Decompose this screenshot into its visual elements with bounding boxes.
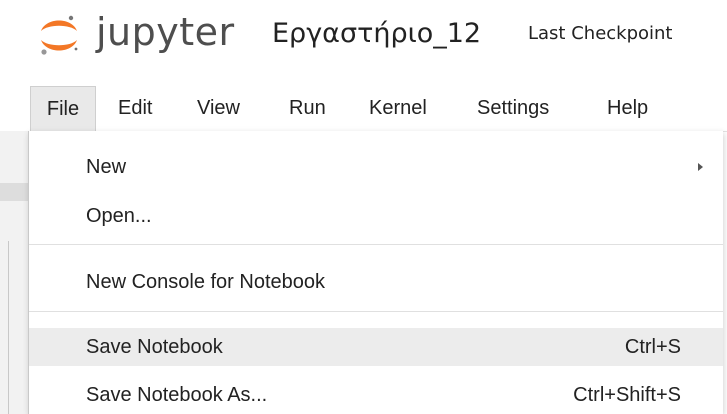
menu-help[interactable]: Help: [607, 86, 648, 131]
app-header: jupyter Εργαστήριο_12 Last Checkpoint: [0, 0, 727, 86]
menu-kernel[interactable]: Kernel: [369, 86, 427, 131]
menu-bar: File Edit View Run Kernel Settings Help: [0, 86, 727, 132]
menu-separator: [29, 311, 723, 312]
last-checkpoint-status: Last Checkpoint: [528, 23, 673, 44]
background-divider: [8, 241, 9, 414]
menu-item-label: New Console for Notebook: [86, 271, 326, 293]
menu-item-label: Open...: [86, 205, 152, 227]
jupyter-logo-text[interactable]: jupyter: [96, 4, 235, 60]
menu-file[interactable]: File: [30, 86, 96, 131]
menu-separator: [29, 244, 723, 245]
menu-view[interactable]: View: [197, 86, 240, 131]
menu-item-open[interactable]: Open...: [29, 197, 723, 235]
jupyter-logo-icon[interactable]: [38, 13, 80, 57]
menu-item-label: Save Notebook As...: [86, 384, 268, 406]
menu-item-new-console[interactable]: New Console for Notebook: [29, 263, 723, 301]
menu-item-label: New: [86, 156, 127, 178]
notebook-title[interactable]: Εργαστήριο_12: [272, 14, 481, 54]
menu-item-new[interactable]: New: [29, 148, 723, 186]
menu-item-label: Save Notebook: [86, 336, 223, 358]
menu-run[interactable]: Run: [289, 86, 326, 131]
menu-settings[interactable]: Settings: [477, 86, 549, 131]
background-toolbar-edge: [0, 131, 28, 414]
background-toolbar-band: [0, 183, 28, 201]
menu-item-shortcut: Ctrl+S: [624, 336, 681, 358]
menu-edit[interactable]: Edit: [118, 86, 152, 131]
menu-item-save-notebook[interactable]: Save Notebook Ctrl+S: [29, 328, 723, 366]
chevron-right-icon: [698, 163, 703, 171]
menu-item-shortcut: Ctrl+Shift+S: [573, 384, 681, 406]
file-menu-dropdown: New Open... New Console for Notebook Sav…: [28, 131, 723, 414]
menu-item-save-notebook-as[interactable]: Save Notebook As... Ctrl+Shift+S: [29, 376, 723, 414]
